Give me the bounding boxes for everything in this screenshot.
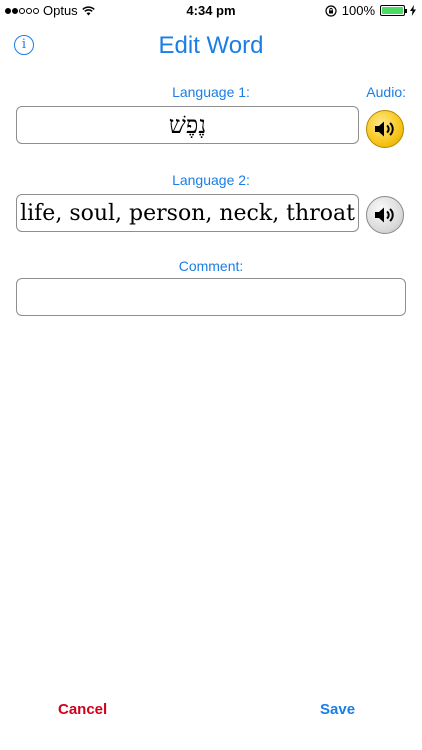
language1-field[interactable]: נֶפֶשׁ xyxy=(16,106,359,144)
language1-audio-button[interactable] xyxy=(366,110,404,148)
language1-label: Language 1: xyxy=(172,84,250,100)
language2-value: life, soul, person, neck, throat xyxy=(20,200,355,226)
language2-label: Language 2: xyxy=(172,172,250,188)
language1-value: נֶפֶשׁ xyxy=(168,110,207,139)
comment-field[interactable] xyxy=(16,278,406,316)
audio-label: Audio: xyxy=(366,84,406,100)
comment-label: Comment: xyxy=(178,258,244,274)
page-title: Edit Word xyxy=(158,32,264,59)
rotation-lock-icon xyxy=(325,4,337,17)
battery-percent: 100% xyxy=(341,3,375,18)
speaker-icon xyxy=(375,207,394,223)
language2-audio-button[interactable] xyxy=(366,196,404,234)
battery-icon xyxy=(380,5,407,16)
language2-field[interactable]: life, soul, person, neck, throat xyxy=(16,194,359,232)
cancel-button[interactable]: Cancel xyxy=(58,701,107,718)
charging-icon xyxy=(410,5,416,16)
status-bar: Optus 4:34 pm 100% xyxy=(0,0,422,22)
status-right: 100% xyxy=(325,3,416,18)
save-button[interactable]: Save xyxy=(320,701,355,718)
speaker-icon xyxy=(375,121,394,137)
edit-word-screen: Optus 4:34 pm 100% i Edit Word Language … xyxy=(0,0,422,750)
